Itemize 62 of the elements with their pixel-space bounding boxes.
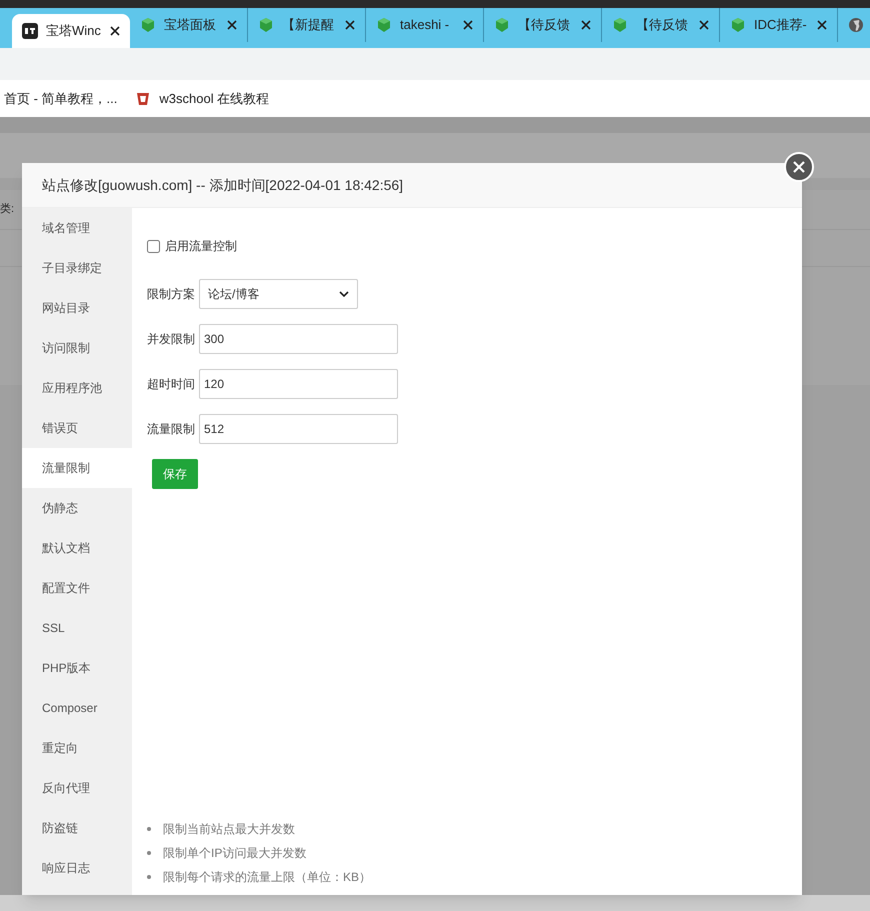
dialog-title: 站点修改[guowush.com] -- 添加时间[2022-04-01 18:42:56] [42,176,404,195]
bookmark-link[interactable]: 首页 - 简单教程，... [4,88,118,108]
cube-icon [612,17,628,33]
browser-tab[interactable]: 宝塔Winc [12,14,130,48]
sidebar-item[interactable]: 配置文件 [22,568,132,608]
sidebar-item[interactable]: 防盗链 [22,808,132,848]
bullet-icon [147,851,151,855]
field-label: 流量限制 [147,421,195,438]
input-field[interactable]: 512 [199,414,398,444]
filter-label: 类: [0,202,14,218]
close-icon[interactable] [463,20,473,30]
note-text: 限制每个请求的流量上限（单位：KB） [163,869,372,886]
close-icon[interactable] [110,26,120,36]
sidebar-item[interactable]: 反向代理 [22,768,132,808]
sidebar-item[interactable]: 网站目录 [22,288,132,328]
sidebar-item[interactable]: 应用程序池 [22,368,132,408]
close-icon[interactable] [699,20,709,30]
sidebar-item[interactable]: PHP版本 [22,648,132,688]
field-label: 限制方案 [147,286,195,303]
note-text: 限制单个IP访问最大并发数 [163,845,306,862]
checkbox-label: 启用流量控制 [165,238,237,255]
checkbox[interactable] [147,240,160,252]
browser-tab[interactable]: 【待反馈 [602,8,720,42]
cube-icon [258,17,274,33]
sidebar-item[interactable]: 重定向 [22,728,132,768]
cube-icon [494,17,510,33]
sidebar-item[interactable]: 响应日志 [22,848,132,888]
field-label: 并发限制 [147,331,195,348]
close-icon[interactable] [345,20,355,30]
input-field[interactable]: 120 [199,369,398,399]
cube-icon [730,17,746,33]
sidebar-item[interactable]: 子目录绑定 [22,248,132,288]
close-icon [793,161,805,173]
w3-logo-icon [135,90,152,106]
bullet-icon [147,827,151,831]
sidebar-item[interactable]: 域名管理 [22,208,132,248]
browser-tab[interactable]: IDC推荐- [720,8,838,42]
scheme-select[interactable]: 论坛/博客 [199,279,358,309]
sidebar-item[interactable]: Composer [22,688,132,728]
sidebar-item[interactable]: 访问限制 [22,328,132,368]
sidebar-item[interactable]: 流量限制 [22,448,132,488]
field-label: 超时时间 [147,376,195,393]
cube-icon [140,17,156,33]
bookmark-link[interactable]: w3school 在线教程 [135,88,270,108]
bullet-icon [147,875,151,879]
sidebar-item[interactable]: 默认文档 [22,528,132,568]
cube-icon [376,17,392,33]
browser-tab[interactable]: 【新提醒 [248,8,366,42]
chevron-down-icon [339,291,349,297]
close-icon[interactable] [581,20,591,30]
note-text: 限制当前站点最大并发数 [163,821,295,838]
sidebar-item[interactable]: 伪静态 [22,488,132,528]
browser-tab[interactable]: takeshi - [366,8,484,42]
close-icon[interactable] [817,20,827,30]
close-icon[interactable] [227,20,237,30]
globe-icon [848,17,864,33]
input-field[interactable]: 300 [199,324,398,354]
sidebar-item[interactable]: 错误页 [22,408,132,448]
bt-logo-icon [22,23,38,39]
browser-tab[interactable]: 宝塔面板 [130,8,248,42]
browser-tab[interactable]: 【待反馈 [484,8,602,42]
sidebar-item[interactable]: SSL [22,608,132,648]
